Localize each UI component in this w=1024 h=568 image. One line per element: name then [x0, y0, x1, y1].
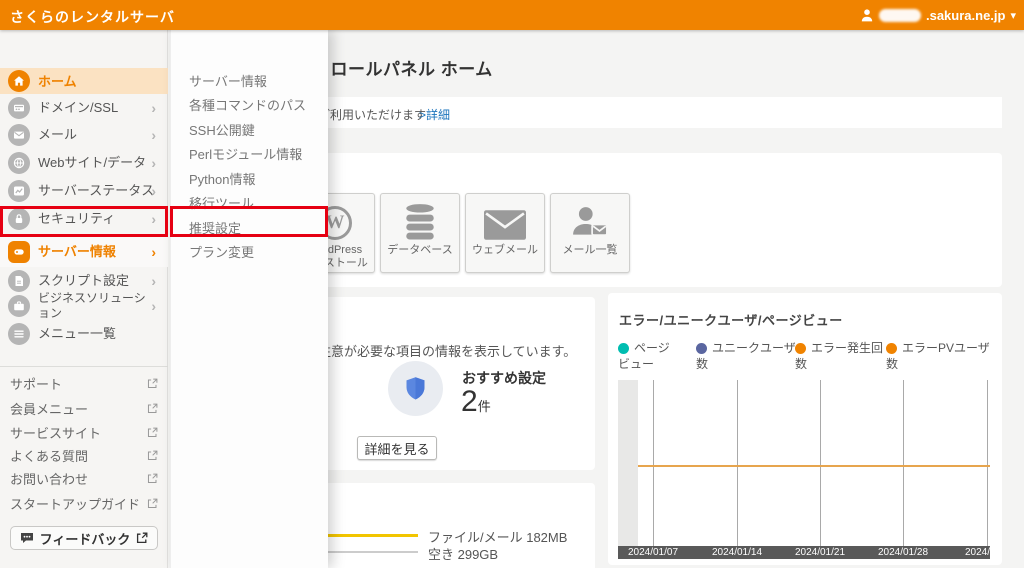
topbar: さくらのレンタルサーバ .sakura.ne.jp ▾	[0, 0, 1024, 30]
submenu-item-plan-change[interactable]: プラン変更	[189, 241, 319, 265]
external-link-icon	[147, 473, 158, 484]
x-tick: 2024/02/04	[965, 547, 1002, 558]
disk-free-label: 空き 299GB	[428, 544, 498, 563]
legend-dot-teal	[618, 343, 629, 354]
recommend-message: 注意が必要な項目の情報を表示しています。	[318, 341, 576, 360]
chevron-right-icon: ›	[151, 211, 156, 227]
sidebar-item-mail[interactable]: メール ›	[0, 121, 168, 148]
redacted-account-name	[879, 9, 921, 22]
chevron-right-icon: ›	[151, 127, 156, 143]
submenu-item-ssh-key[interactable]: SSH公開鍵	[189, 119, 319, 143]
gridline	[737, 380, 738, 546]
account-domain: .sakura.ne.jp	[926, 8, 1005, 23]
sidebar-item-website-data[interactable]: Webサイト/データ ›	[0, 149, 168, 176]
gridline	[820, 380, 821, 546]
control-panel-home: コントロールパネル ホーム ご利用いただけます >詳細 W WordPress …	[0, 0, 1024, 568]
x-tick: 2024/01/14	[712, 547, 762, 558]
database-icon	[401, 194, 439, 240]
home-icon	[8, 70, 30, 92]
sidebar-item-server-status[interactable]: サーバーステータス ›	[0, 177, 168, 204]
sidebar-item-home[interactable]: ホーム	[0, 68, 168, 94]
link-faq[interactable]: よくある質問	[10, 443, 158, 467]
server-info-submenu: サーバー情報 各種コマンドのパス SSH公開鍵 Perlモジュール情報 Pyth…	[170, 30, 328, 568]
traffic-chart-card: エラー/ユニークユーザ/ページビュー ページビュー ユニークユーザ数 エラー発生…	[608, 293, 1002, 565]
tile-mail-list[interactable]: メール一覧	[550, 193, 630, 273]
external-link-icon	[147, 427, 158, 438]
brand-title: さくらのレンタルサーバ	[10, 7, 175, 27]
notice-detail-link[interactable]: >詳細	[419, 106, 450, 123]
legend-unique-users: ユニークユーザ数	[696, 340, 798, 372]
external-link-icon	[136, 532, 148, 544]
sidebar-item-security[interactable]: セキュリティ ›	[0, 205, 168, 232]
gridline	[903, 380, 904, 546]
x-tick: 2024/01/28	[878, 547, 928, 558]
external-link-icon	[147, 403, 158, 414]
sidebar-item-menu-list[interactable]: メニュー一覧	[0, 320, 168, 347]
external-link-icon	[147, 450, 158, 461]
mail-icon	[8, 124, 30, 146]
gridline	[987, 380, 988, 546]
tile-webmail[interactable]: ウェブメール	[465, 193, 545, 273]
notice-text: ご利用いただけます	[318, 106, 426, 123]
link-support[interactable]: サポート	[10, 371, 158, 395]
business-solution-icon	[8, 295, 30, 317]
chart-title: エラー/ユニークユーザ/ページビュー	[619, 310, 843, 329]
chevron-right-icon: ›	[151, 155, 156, 171]
chevron-right-icon: ›	[151, 298, 156, 314]
speech-bubble-icon	[20, 532, 34, 544]
chevron-right-icon: ›	[151, 100, 156, 116]
sidebar: ホーム ドメイン/SSL › メール › Webサイト/データ ›	[0, 30, 168, 568]
tile-database[interactable]: データベース	[380, 193, 460, 273]
sidebar-item-domain-ssl[interactable]: ドメイン/SSL ›	[0, 94, 168, 121]
link-service-site[interactable]: サービスサイト	[10, 420, 158, 444]
chart-flat-orange-series-line	[638, 465, 990, 467]
submenu-item-perl-modules[interactable]: Perlモジュール情報	[189, 143, 319, 167]
recommend-count: 2件	[461, 385, 491, 419]
link-member-menu[interactable]: 会員メニュー	[10, 396, 158, 420]
external-link-icon	[147, 498, 158, 509]
external-link-icon	[147, 378, 158, 389]
mail-list-icon	[571, 194, 609, 240]
legend-dot-orange2	[886, 343, 897, 354]
sidebar-divider	[0, 366, 168, 367]
chevron-right-icon: ›	[151, 183, 156, 199]
menu-list-icon	[8, 323, 30, 345]
sidebar-item-server-info[interactable]: サーバー情報 ›	[0, 236, 168, 267]
server-status-icon	[8, 180, 30, 202]
user-icon	[860, 8, 874, 22]
legend-error-pv-users: エラーPVユーザ数	[886, 340, 992, 372]
x-tick: 2024/01/07	[628, 547, 678, 558]
see-details-button[interactable]: 詳細を見る	[357, 436, 437, 460]
webmail-icon	[484, 194, 526, 240]
legend-error-count: エラー発生回数	[795, 340, 885, 372]
submenu-item-server-info[interactable]: サーバー情報	[189, 70, 319, 94]
feedback-button[interactable]: フィードバック	[10, 526, 158, 550]
legend-pageview: ページビュー	[618, 340, 676, 372]
gridline	[653, 380, 654, 546]
submenu-item-python-info[interactable]: Python情報	[189, 168, 319, 192]
website-data-icon	[8, 152, 30, 174]
domain-ssl-icon	[8, 97, 30, 119]
security-icon	[8, 208, 30, 230]
legend-dot-orange	[795, 343, 806, 354]
server-info-icon	[8, 241, 30, 263]
submenu-item-migration-tool[interactable]: 移行ツール	[189, 192, 319, 216]
account-menu[interactable]: .sakura.ne.jp ▾	[860, 0, 1016, 30]
chevron-down-icon: ▾	[1010, 9, 1016, 22]
legend-dot-indigo	[696, 343, 707, 354]
submenu-item-command-paths[interactable]: 各種コマンドのパス	[189, 94, 319, 118]
chevron-right-icon: ›	[151, 244, 156, 260]
x-tick: 2024/01/21	[795, 547, 845, 558]
submenu-item-recommended-settings[interactable]: 推奨設定	[189, 217, 319, 241]
chart-y-axis-strip	[618, 380, 638, 546]
link-startup-guide[interactable]: スタートアップガイド	[10, 491, 158, 515]
link-contact[interactable]: お問い合わせ	[10, 466, 158, 490]
shield-icon	[388, 361, 443, 416]
